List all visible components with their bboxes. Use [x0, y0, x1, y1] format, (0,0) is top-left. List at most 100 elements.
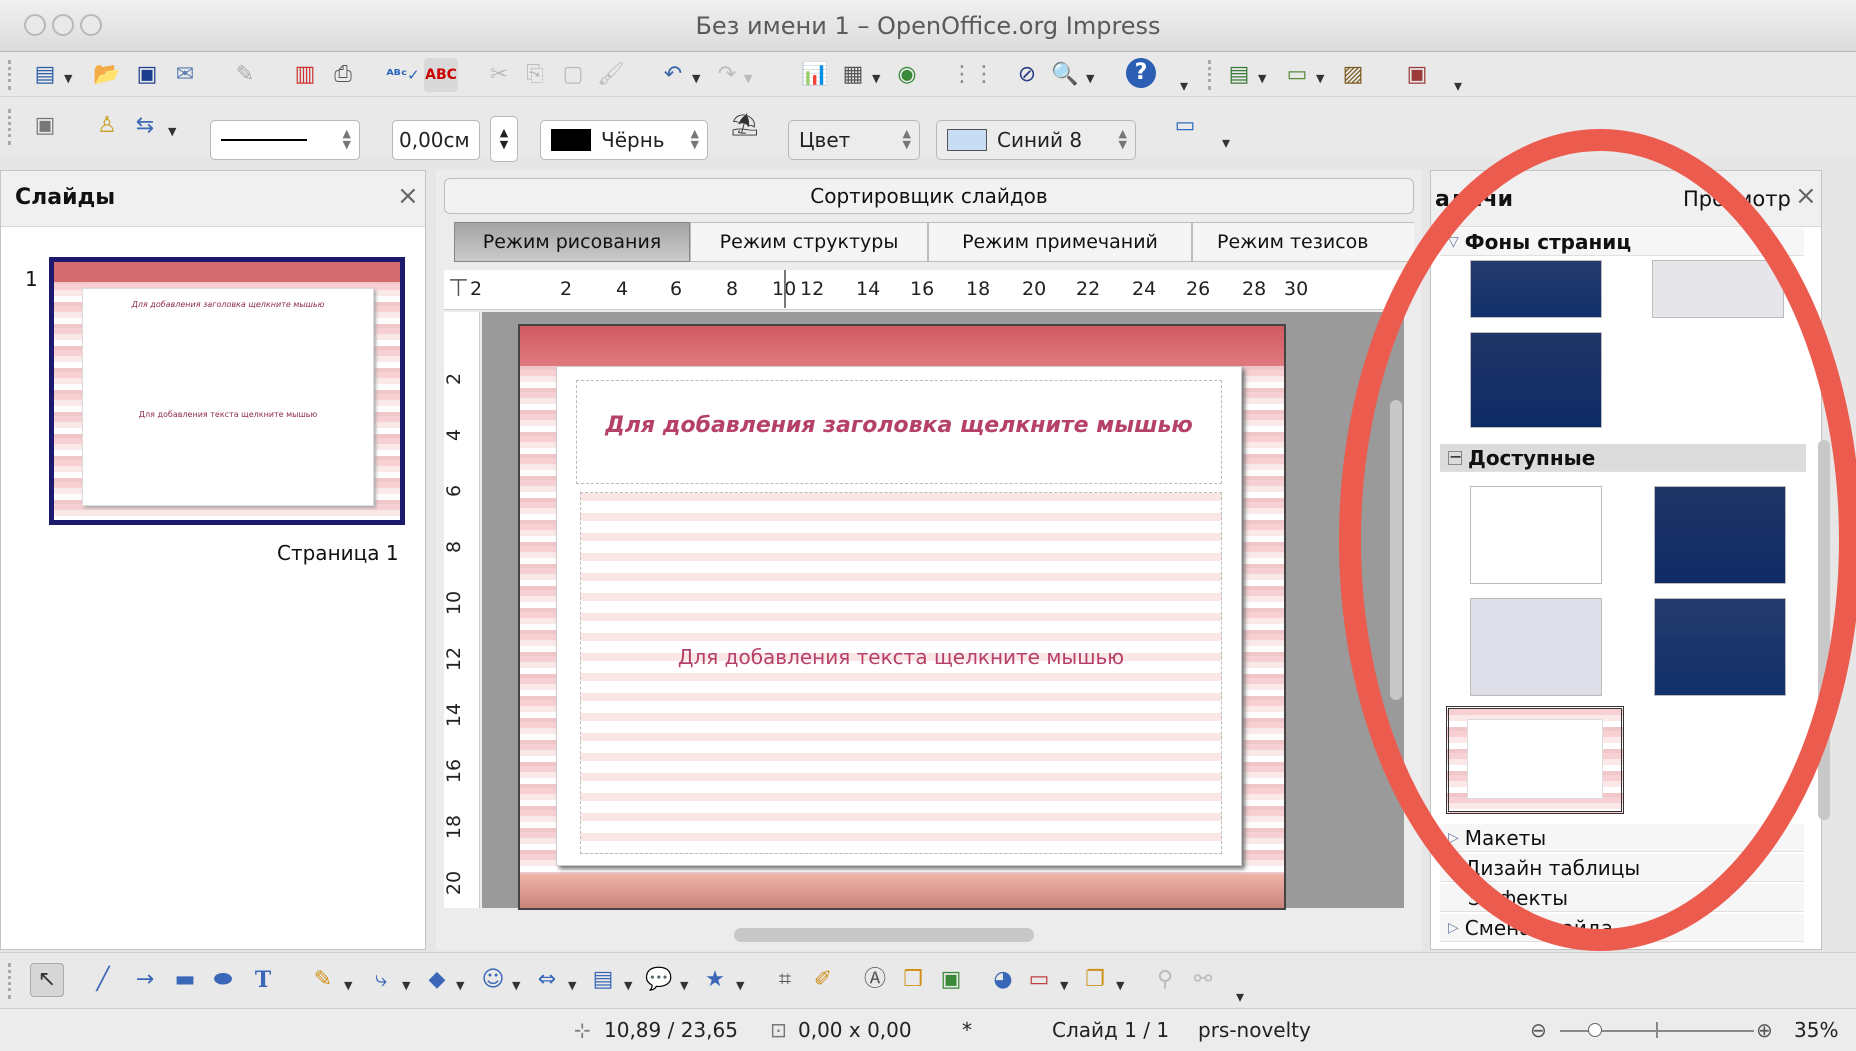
- editor-area: Сортировщик слайдов Режим рисования Режи…: [436, 170, 1422, 950]
- tab-stop-icon[interactable]: ⊤: [448, 274, 469, 302]
- text-tool-icon[interactable]: T: [246, 963, 280, 997]
- fontwork-icon[interactable]: Ⓐ: [858, 963, 892, 997]
- effects-icon[interactable]: ▭: [1022, 963, 1056, 997]
- flowchart-icon[interactable]: ▤: [586, 963, 620, 997]
- toolbar-more-icon[interactable]: ▾: [1222, 133, 1230, 152]
- tab-outline[interactable]: Режим структуры: [690, 222, 928, 262]
- slide-show-icon[interactable]: ▣: [1400, 58, 1434, 92]
- block-arrows-icon[interactable]: ⇔: [530, 963, 564, 997]
- status-zoom[interactable]: 35%: [1794, 1018, 1838, 1042]
- toolbar-more-icon[interactable]: ▾: [1236, 987, 1244, 1006]
- area-style-select[interactable]: Цвет ▲ ▼: [788, 120, 920, 160]
- save-icon[interactable]: ▣: [130, 58, 164, 92]
- styles-icon[interactable]: ▣: [28, 109, 62, 143]
- toolbar-grip[interactable]: [8, 60, 14, 90]
- callouts-icon[interactable]: 💬: [642, 963, 676, 997]
- line-color-select[interactable]: Чёрнь ▲ ▼: [540, 120, 708, 160]
- curve-tool-icon[interactable]: ✎: [306, 963, 340, 997]
- fill-color-swatch: [947, 129, 987, 151]
- arrow-style-icon[interactable]: ⇆: [128, 109, 162, 143]
- autospellcheck-icon[interactable]: ABC: [424, 58, 458, 92]
- status-master: prs-novelty: [1198, 1018, 1311, 1042]
- from-file-icon[interactable]: ❒: [896, 963, 930, 997]
- tab-drawing[interactable]: Режим рисования: [454, 222, 690, 262]
- line-style-select[interactable]: ▲ ▼: [210, 120, 360, 160]
- toolbar-grip[interactable]: [8, 109, 14, 145]
- slides-pane: Слайды × 1 Для добавления заголовка щелк…: [0, 170, 426, 950]
- slide-title-text: Для добавления заголовка щелкните мышью: [605, 413, 1193, 438]
- redo-icon[interactable]: ↷: [710, 58, 744, 92]
- edit-file-icon[interactable]: ✎: [228, 58, 262, 92]
- new-document-icon[interactable]: ▤: [28, 58, 62, 92]
- line-width-field[interactable]: 0,00см: [392, 120, 480, 160]
- status-modified[interactable]: *: [962, 1018, 972, 1042]
- slide-design-icon[interactable]: ▨: [1336, 58, 1370, 92]
- arrange-icon[interactable]: ❐: [1078, 963, 1112, 997]
- slide-thumbnail[interactable]: Для добавления заголовка щелкните мышью …: [49, 257, 405, 525]
- arrow-tool-icon[interactable]: →: [128, 963, 162, 997]
- toolbar-grip[interactable]: [8, 963, 14, 999]
- slides-pane-title: Слайды: [15, 185, 116, 210]
- slide[interactable]: Для добавления заголовка щелкните мышью …: [518, 324, 1286, 910]
- horizontal-scrollbar[interactable]: [734, 928, 1034, 942]
- paste-icon[interactable]: ▢: [556, 58, 590, 92]
- export-pdf-icon[interactable]: ▥: [288, 58, 322, 92]
- open-folder-icon[interactable]: 📂: [90, 58, 124, 92]
- ellipse-tool-icon[interactable]: ⬬: [206, 963, 240, 997]
- glue-points-icon[interactable]: ✐: [806, 963, 840, 997]
- text-placeholder[interactable]: Для добавления текста щелкните мышью: [580, 492, 1222, 854]
- toolbar-more-icon[interactable]: ▾: [1180, 76, 1188, 95]
- line-color-value: Чёрнь: [601, 128, 665, 152]
- line-tool-icon[interactable]: ╱: [86, 963, 120, 997]
- symbol-shapes-icon[interactable]: ☺: [476, 963, 510, 997]
- group-icon[interactable]: ⚯: [1186, 963, 1220, 997]
- zoom-slider[interactable]: [1560, 1022, 1754, 1038]
- shadow-icon[interactable]: ▭: [1168, 109, 1202, 143]
- print-icon[interactable]: ⎙: [326, 58, 360, 92]
- clone-format-icon[interactable]: 🖌: [594, 58, 628, 92]
- zoom-out-icon[interactable]: ⊖: [1530, 1018, 1547, 1042]
- undo-icon[interactable]: ↶: [656, 58, 690, 92]
- slide-icon[interactable]: ▤: [1222, 58, 1256, 92]
- toolbar-grip[interactable]: [1208, 60, 1214, 90]
- stars-icon[interactable]: ★: [698, 963, 732, 997]
- horizontal-ruler[interactable]: ⊤ 2 2 4 6 8 10 12 14 16 18 20 22 24 26 2…: [444, 270, 1404, 310]
- email-icon[interactable]: ✉: [168, 58, 202, 92]
- align-icon[interactable]: ⚲: [1148, 963, 1182, 997]
- cut-icon[interactable]: ✂: [482, 58, 516, 92]
- close-slides-pane-button[interactable]: ×: [397, 181, 419, 211]
- zoom-slider-thumb[interactable]: [1588, 1023, 1602, 1037]
- tab-notes[interactable]: Режим примечаний: [928, 222, 1192, 262]
- zoom-icon[interactable]: 🔍: [1048, 58, 1082, 92]
- area-style-value: Цвет: [799, 128, 851, 152]
- connector-tool-icon[interactable]: ⤷: [364, 963, 398, 997]
- slide-canvas[interactable]: Для добавления заголовка щелкните мышью …: [482, 312, 1404, 910]
- zoom-in-icon[interactable]: ⊕: [1756, 1018, 1773, 1042]
- toolbar-more-icon[interactable]: ▾: [1454, 76, 1462, 95]
- slide-layout-icon[interactable]: ▭: [1280, 58, 1314, 92]
- extrusion-icon[interactable]: ◕: [986, 963, 1020, 997]
- chart-icon[interactable]: 📊: [798, 58, 832, 92]
- gallery-icon[interactable]: ▣: [934, 963, 968, 997]
- vertical-ruler[interactable]: 2 4 6 8 10 12 14 16 18 20: [443, 312, 480, 908]
- line-width-stepper[interactable]: ▲ ▼: [490, 116, 518, 162]
- area-fill-icon[interactable]: ⛱: [728, 109, 762, 143]
- grid-icon[interactable]: ⋮⋮: [951, 58, 995, 92]
- spellcheck-icon[interactable]: ᴬᴮᶜ✓: [386, 58, 420, 92]
- basic-shapes-icon[interactable]: ◆: [420, 963, 454, 997]
- help-icon[interactable]: ?: [1126, 58, 1156, 88]
- title-placeholder[interactable]: Для добавления заголовка щелкните мышью: [576, 380, 1222, 484]
- status-slide: Слайд 1 / 1: [1052, 1018, 1170, 1042]
- rectangle-tool-icon[interactable]: ▬: [168, 963, 202, 997]
- navigator-icon[interactable]: ⊘: [1010, 58, 1044, 92]
- show-draw-functions-icon[interactable]: ◉: [890, 58, 924, 92]
- line-icon[interactable]: ♙: [90, 109, 124, 143]
- area-fill-select[interactable]: Синий 8 ▲ ▼: [936, 120, 1136, 160]
- view-tabs: Режим рисования Режим структуры Режим пр…: [454, 222, 1414, 262]
- points-icon[interactable]: ⌗: [768, 963, 802, 997]
- table-icon[interactable]: ▦: [836, 58, 870, 92]
- slide-sorter-bar[interactable]: Сортировщик слайдов: [444, 178, 1414, 214]
- area-fill-value: Синий 8: [997, 128, 1083, 152]
- select-arrow-icon[interactable]: ↖: [30, 963, 64, 997]
- copy-icon[interactable]: ⎘: [518, 58, 552, 92]
